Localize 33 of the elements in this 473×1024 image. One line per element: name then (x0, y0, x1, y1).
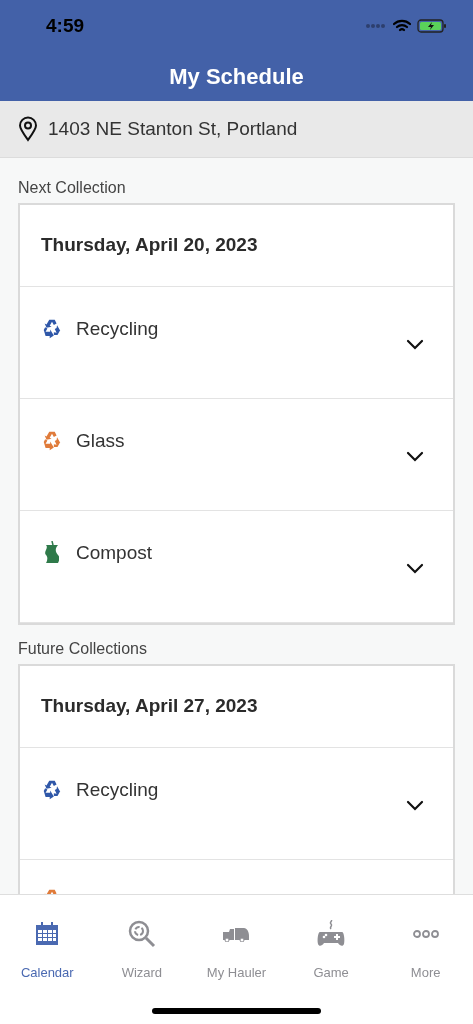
magnifier-icon (127, 920, 156, 948)
waste-type-label: Recycling (76, 778, 159, 802)
collection-date: Thursday, April 20, 2023 (41, 233, 258, 258)
signal-icon (365, 23, 387, 29)
calendar-icon (35, 922, 60, 946)
waste-type-label: Compost (76, 541, 153, 565)
battery-icon (417, 19, 447, 33)
chevron-down-icon[interactable] (406, 563, 424, 574)
more-icon (412, 930, 439, 938)
chevron-down-icon[interactable] (406, 800, 424, 811)
collection-date: Thursday, April 27, 2023 (41, 694, 258, 719)
screen-title: My Schedule (169, 63, 304, 91)
wifi-icon (393, 19, 411, 33)
game-controller-icon (317, 920, 346, 948)
tab-bar-item[interactable]: Calendar (0, 895, 95, 993)
waste-type-label: Glass (76, 429, 125, 453)
chevron-down-icon[interactable] (406, 339, 424, 350)
location-pin-icon (18, 116, 38, 142)
chevron-down-icon[interactable] (406, 451, 424, 462)
collection-row[interactable]: Glass (20, 399, 453, 511)
tab-bar-item[interactable]: Game (283, 895, 379, 993)
waste-type-label: Recycling (76, 317, 159, 341)
collection-row[interactable]: Recycling (20, 287, 453, 399)
address-text: 1403 NE Stanton St, Portland (48, 116, 298, 141)
tab-bar-item[interactable]: My Hauler (189, 895, 284, 993)
collection-row[interactable]: Compost (20, 511, 453, 623)
status-time: 4:59 (46, 13, 85, 38)
section-heading: Future Collections (18, 640, 147, 657)
collection-row[interactable]: Recycling (20, 748, 453, 860)
truck-icon (222, 926, 251, 942)
tab-bar-item[interactable]: Wizard (94, 895, 190, 993)
tab-bar-item[interactable]: More (378, 895, 473, 993)
section-heading: Next Collection (18, 179, 126, 196)
